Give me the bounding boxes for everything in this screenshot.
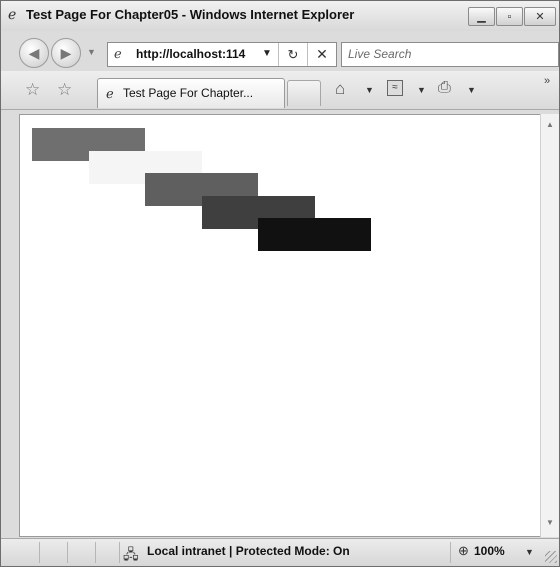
maximize-button[interactable]: ▫ [496, 7, 523, 26]
print-icon[interactable]: ⎙ [438, 79, 451, 97]
browser-window: ℯ Test Page For Chapter05 - Windows Inte… [0, 0, 560, 567]
window-title: Test Page For Chapter05 - Windows Intern… [26, 7, 355, 22]
back-button[interactable]: ◀ [19, 38, 49, 68]
new-tab-button[interactable] [287, 80, 321, 106]
add-favorites-icon[interactable]: ☆ [57, 80, 72, 100]
minimize-icon: ▁ [477, 11, 486, 23]
search-box[interactable]: Live Search [341, 42, 559, 67]
black-box [258, 218, 371, 251]
address-bar[interactable]: ℯ http://localhost:114 ▼ ↻ ✕ [107, 42, 337, 67]
ie-tab-icon: ℯ [106, 86, 114, 101]
scroll-down-icon[interactable]: ▼ [546, 518, 554, 527]
stop-button[interactable]: ✕ [307, 43, 336, 66]
search-placeholder[interactable]: Live Search [348, 47, 411, 61]
back-arrow-icon: ◀ [28, 44, 40, 61]
forward-arrow-icon: ▶ [60, 44, 72, 61]
scroll-up-icon[interactable]: ▲ [546, 120, 554, 129]
page-content [19, 114, 541, 537]
caption-buttons: ▁ ▫ ✕ [467, 7, 556, 27]
minimize-button[interactable]: ▁ [468, 7, 495, 26]
forward-button[interactable]: ▶ [51, 38, 81, 68]
status-divider [67, 542, 68, 563]
zoom-level[interactable]: 100% [474, 544, 505, 558]
print-dropdown[interactable]: ▼ [467, 85, 476, 95]
tab-toolbar: ☆ ☆ ℯ Test Page For Chapter... ⌂ ▼ ≈ ▼ ⎙… [1, 71, 559, 110]
status-bar: 🖧 Local intranet | Protected Mode: On ⊕ … [1, 538, 559, 566]
ie-page-icon: ℯ [114, 46, 122, 61]
resize-grip[interactable] [545, 551, 557, 563]
home-icon[interactable]: ⌂ [335, 79, 345, 99]
home-dropdown[interactable]: ▼ [365, 85, 374, 95]
address-dropdown[interactable]: ▼ [262, 48, 272, 59]
more-tools-chevron-icon[interactable]: » [544, 75, 550, 87]
recent-pages-dropdown[interactable]: ▼ [87, 47, 96, 57]
navigation-bar: ◀ ▶ ▼ ℯ http://localhost:114 ▼ ↻ ✕ Live … [1, 32, 559, 70]
tab-title: Test Page For Chapter... [123, 86, 254, 100]
status-divider [450, 542, 451, 563]
address-url[interactable]: http://localhost:114 [136, 47, 245, 61]
stop-icon: ✕ [316, 46, 328, 62]
status-divider [39, 542, 40, 563]
vertical-scrollbar[interactable]: ▲ ▼ [540, 114, 559, 537]
intranet-zone-icon: 🖧 [123, 546, 139, 562]
tab-test-page[interactable]: ℯ Test Page For Chapter... [97, 78, 285, 108]
ie-icon: ℯ [8, 6, 17, 22]
refresh-icon: ↻ [287, 46, 299, 62]
status-divider [119, 542, 120, 563]
favorites-star-icon[interactable]: ☆ [25, 80, 40, 100]
close-icon: ✕ [535, 11, 545, 23]
security-zone-text[interactable]: Local intranet | Protected Mode: On [147, 544, 350, 558]
close-button[interactable]: ✕ [524, 7, 556, 26]
title-bar: ℯ Test Page For Chapter05 - Windows Inte… [1, 1, 559, 31]
zoom-dropdown[interactable]: ▼ [525, 547, 534, 557]
zoom-icon[interactable]: ⊕ [458, 543, 469, 559]
feeds-dropdown[interactable]: ▼ [417, 85, 426, 95]
status-divider [95, 542, 96, 563]
refresh-button[interactable]: ↻ [278, 43, 307, 66]
feeds-icon[interactable]: ≈ [387, 80, 403, 96]
maximize-icon: ▫ [507, 10, 512, 23]
